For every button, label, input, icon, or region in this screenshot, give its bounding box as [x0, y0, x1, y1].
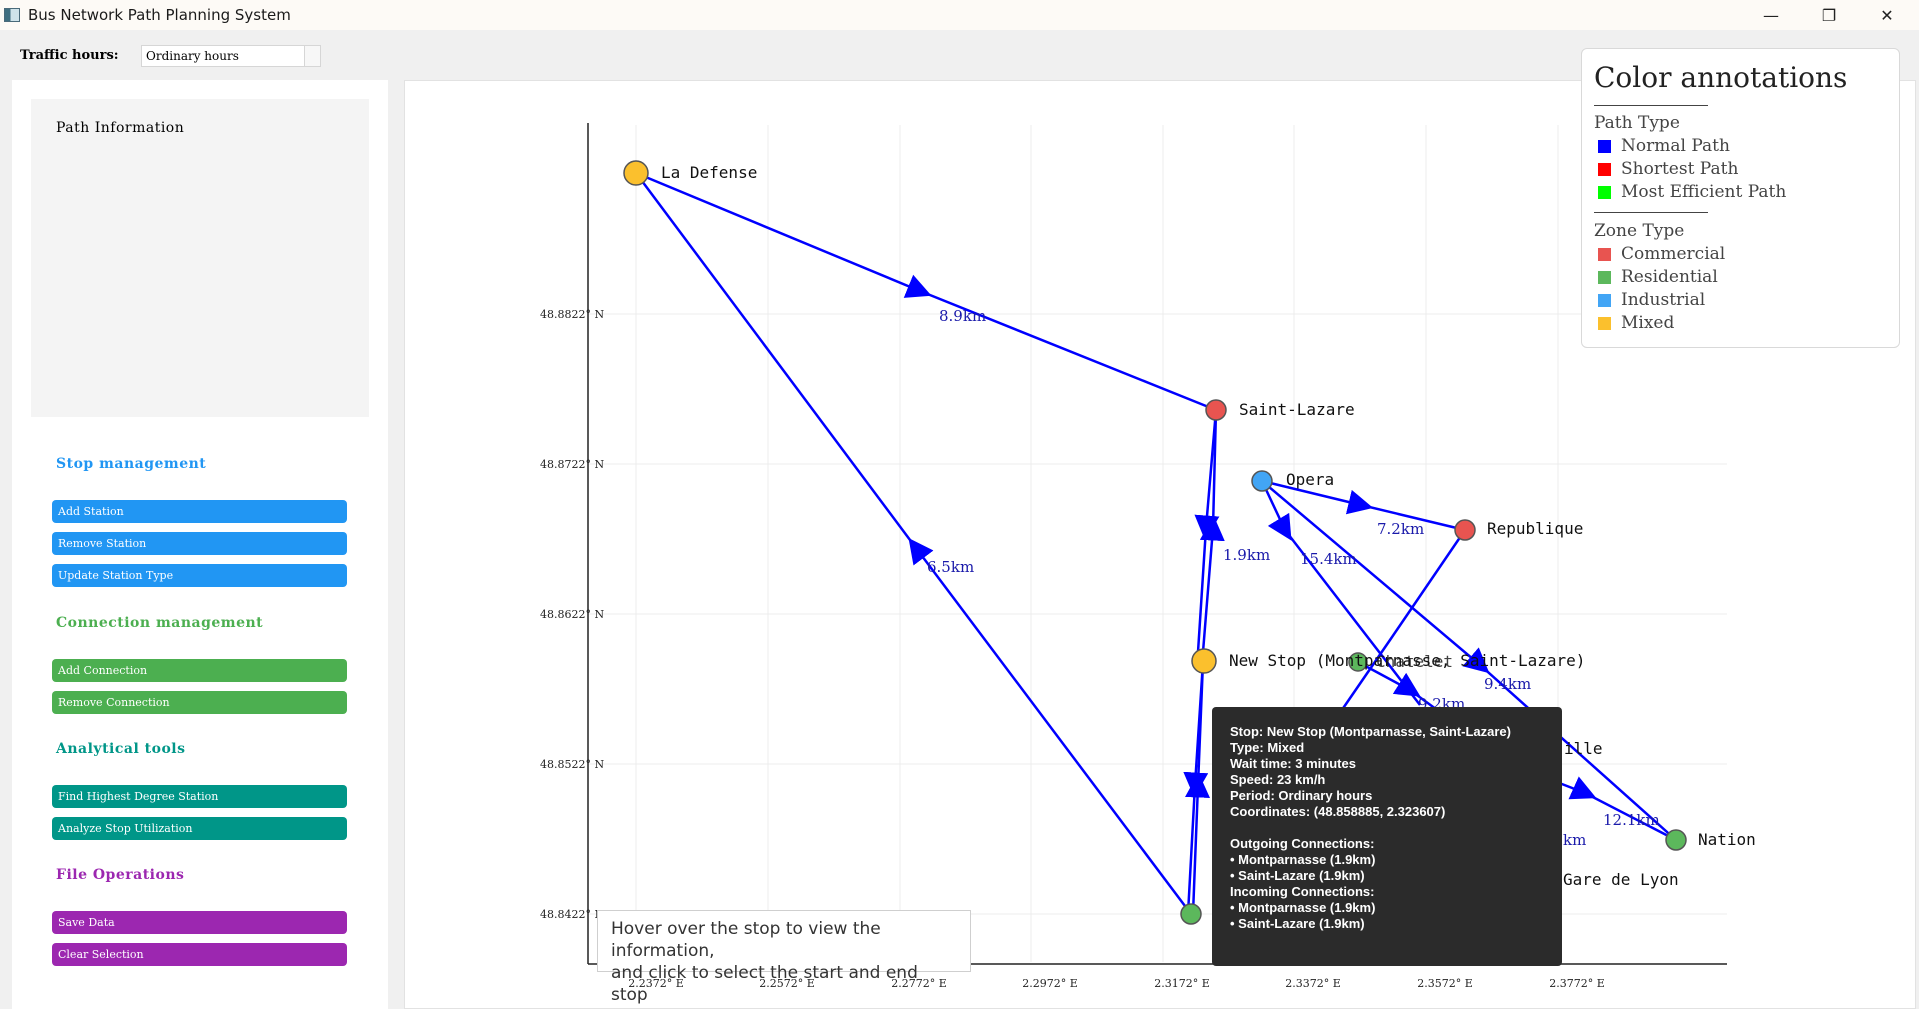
y-tick-label: 48.8422° N [540, 908, 604, 921]
edge-label: 7.2km [1377, 520, 1424, 538]
legend-item-residential: Residential [1598, 267, 1718, 287]
station-label: Republique [1487, 519, 1583, 538]
tooltip-outgoing-item: • Saint-Lazare (1.9km) [1230, 868, 1365, 883]
tooltip-coords: Coordinates: (48.858885, 2.323607) [1230, 804, 1446, 819]
tooltip-speed: Speed: 23 km/h [1230, 772, 1326, 787]
legend-divider [1594, 105, 1708, 106]
tooltip-incoming-item: • Montparnasse (1.9km) [1230, 900, 1376, 915]
edge-label: 1.9km [1223, 546, 1270, 564]
tooltip-wait: Wait time: 3 minutes [1230, 756, 1356, 771]
station-label: Chatelet [1376, 652, 1453, 671]
x-tick-label: 2.3372° E [1285, 977, 1341, 990]
legend-item-industrial: Industrial [1598, 290, 1705, 310]
station-label: ille [1564, 739, 1603, 758]
hover-hint: Hover over the stop to view the informat… [597, 910, 971, 1005]
x-tick-label: 2.3572° E [1417, 977, 1473, 990]
y-tick-label: 48.8622° N [540, 608, 604, 621]
legend-path-type-title: Path Type [1594, 113, 1680, 133]
legend-divider [1594, 212, 1708, 213]
station-tooltip: Stop: New Stop (Montparnasse, Saint-Laza… [1212, 707, 1562, 966]
legend-title: Color annotations [1594, 61, 1848, 94]
tooltip-period: Period: Ordinary hours [1230, 788, 1373, 803]
station-saint-lazare[interactable] [1205, 399, 1227, 421]
y-tick-label: 48.8522° N [540, 758, 604, 771]
legend-item-mixed: Mixed [1598, 313, 1674, 333]
tooltip-type: Type: Mixed [1230, 740, 1305, 755]
station-label: Gare de Lyon [1563, 870, 1679, 889]
legend-item-commercial: Commercial [1598, 244, 1725, 264]
color-legend: Color annotations Path Type Normal Path … [1581, 48, 1900, 348]
station-label: La Defense [661, 163, 757, 182]
x-tick-label: 2.2972° E [1022, 977, 1078, 990]
x-tick-label: 2.3772° E [1549, 977, 1605, 990]
edge-label: km [1563, 831, 1586, 849]
station-montparnasse[interactable] [1180, 903, 1202, 925]
edge-label: 6.5km [927, 558, 974, 576]
tooltip-outgoing-item: • Montparnasse (1.9km) [1230, 852, 1376, 867]
station-label: Saint-Lazare [1239, 400, 1355, 419]
legend-item-most-efficient-path: Most Efficient Path [1598, 182, 1786, 202]
tooltip-stop: Stop: New Stop (Montparnasse, Saint-Laza… [1230, 724, 1511, 739]
station-opera[interactable] [1251, 470, 1273, 492]
legend-zone-type-title: Zone Type [1594, 221, 1685, 241]
station-nation[interactable] [1665, 829, 1687, 851]
y-tick-label: 48.8822° N [540, 308, 604, 321]
legend-item-normal-path: Normal Path [1598, 136, 1730, 156]
station-label: Opera [1286, 470, 1334, 489]
edge-label: 12.1km [1603, 811, 1660, 829]
station-la-defense[interactable] [623, 160, 649, 186]
tooltip-outgoing-title: Outgoing Connections: [1230, 836, 1375, 851]
tooltip-incoming-title: Incoming Connections: [1230, 884, 1375, 899]
station-republique[interactable] [1454, 519, 1476, 541]
legend-item-shortest-path: Shortest Path [1598, 159, 1738, 179]
station-label: Nation [1698, 830, 1756, 849]
tooltip-incoming-item: • Saint-Lazare (1.9km) [1230, 916, 1365, 931]
x-tick-label: 2.3172° E [1154, 977, 1210, 990]
edge-montparnasse-la-defense[interactable] [634, 172, 1192, 915]
edge-label: 15.4km [1300, 550, 1357, 568]
y-tick-label: 48.8722° N [540, 458, 604, 471]
station-new-stop[interactable] [1191, 648, 1217, 674]
edge-label: 9.4km [1484, 675, 1531, 693]
edge-label: 8.9km [939, 307, 986, 325]
